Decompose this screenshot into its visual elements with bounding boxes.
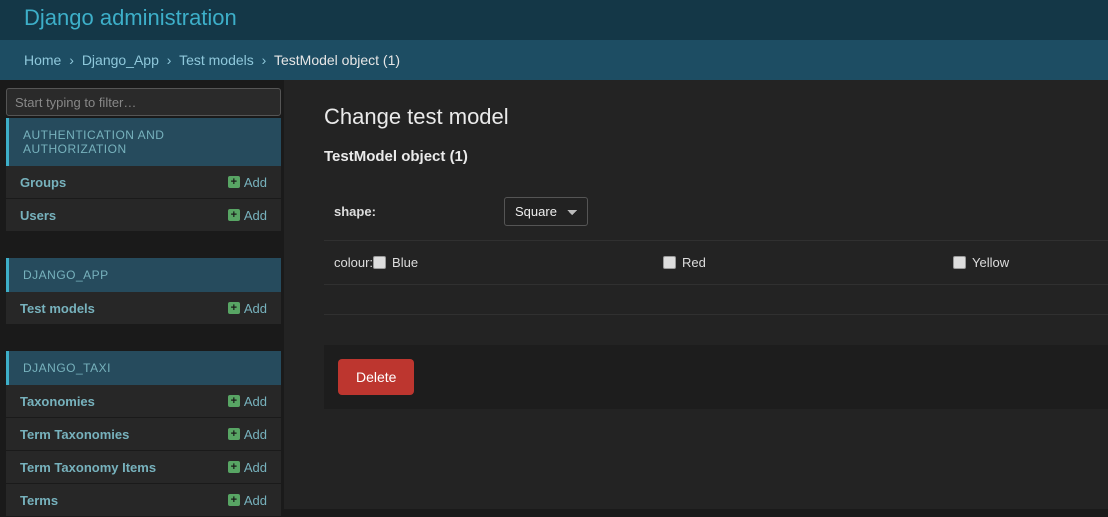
breadcrumb: Home › Django_App › Test models › TestMo…: [0, 40, 1108, 80]
delete-button[interactable]: Delete: [338, 359, 414, 395]
model-link[interactable]: Terms: [20, 493, 58, 508]
app-group: DJANGO_TAXITaxonomies+AddTerm Taxonomies…: [6, 351, 281, 517]
breadcrumb-home[interactable]: Home: [24, 52, 61, 68]
app-header[interactable]: DJANGO_TAXI: [6, 351, 281, 385]
add-link[interactable]: + Add: [228, 460, 267, 475]
colour-option[interactable]: Red: [663, 255, 833, 270]
model-row: Groups + Add: [6, 166, 281, 199]
add-link[interactable]: + Add: [228, 208, 267, 223]
model-row: Taxonomies + Add: [6, 385, 281, 418]
colour-option[interactable]: Yellow: [953, 255, 1108, 270]
app-header[interactable]: DJANGO_APP: [6, 258, 281, 292]
submit-row: Delete: [324, 345, 1108, 409]
add-link[interactable]: + Add: [228, 301, 267, 316]
object-name: TestModel object (1): [324, 148, 1108, 165]
model-link[interactable]: Term Taxonomies: [20, 427, 129, 442]
plus-icon: +: [228, 428, 240, 440]
breadcrumb-model[interactable]: Test models: [179, 52, 254, 68]
colour-label: colour:: [334, 255, 373, 270]
add-label: Add: [244, 427, 267, 442]
field-row-colour: colour: BlueRedYellowGreen: [324, 241, 1108, 285]
sidebar: AUTHENTICATION AND AUTHORIZATION Groups + A…: [0, 80, 284, 509]
colour-option[interactable]: Blue: [373, 255, 543, 270]
content: Change test model TestModel object (1) s…: [284, 80, 1108, 509]
colour-label-text: Red: [682, 255, 706, 270]
add-link[interactable]: + Add: [228, 493, 267, 508]
shape-label: shape:: [334, 204, 504, 219]
spacer: [324, 285, 1108, 315]
model-link[interactable]: Groups: [20, 175, 66, 190]
colour-checkbox[interactable]: [663, 256, 676, 269]
header: Django administration: [0, 0, 1108, 40]
model-link[interactable]: Users: [20, 208, 56, 223]
plus-icon: +: [228, 461, 240, 473]
model-row: Terms + Add: [6, 484, 281, 517]
add-label: Add: [244, 208, 267, 223]
colour-checkbox[interactable]: [953, 256, 966, 269]
page-title: Change test model: [324, 104, 1108, 130]
breadcrumb-current: TestModel object (1): [274, 52, 400, 68]
add-label: Add: [244, 301, 267, 316]
breadcrumb-sep: ›: [262, 52, 267, 68]
model-link[interactable]: Test models: [20, 301, 95, 316]
plus-icon: +: [228, 209, 240, 221]
breadcrumb-app[interactable]: Django_App: [82, 52, 159, 68]
breadcrumb-sep: ›: [69, 52, 74, 68]
plus-icon: +: [228, 176, 240, 188]
colour-label-text: Yellow: [972, 255, 1009, 270]
field-row-shape: shape: Square: [324, 183, 1108, 241]
shape-select[interactable]: Square: [504, 197, 588, 226]
plus-icon: +: [228, 395, 240, 407]
plus-icon: +: [228, 494, 240, 506]
model-row: Test models + Add: [6, 292, 281, 325]
breadcrumb-sep: ›: [167, 52, 172, 68]
add-label: Add: [244, 175, 267, 190]
app-header[interactable]: AUTHENTICATION AND AUTHORIZATION: [6, 118, 281, 166]
add-label: Add: [244, 394, 267, 409]
colour-label-text: Blue: [392, 255, 418, 270]
add-link[interactable]: + Add: [228, 427, 267, 442]
model-link[interactable]: Term Taxonomy Items: [20, 460, 156, 475]
app-group: DJANGO_APP Test models + Add: [6, 258, 281, 325]
site-title[interactable]: Django administration: [24, 5, 237, 31]
model-row: Term Taxonomies + Add: [6, 418, 281, 451]
model-link[interactable]: Taxonomies: [20, 394, 95, 409]
model-row: Users + Add: [6, 199, 281, 232]
plus-icon: +: [228, 302, 240, 314]
model-row: Term Taxonomy Items + Add: [6, 451, 281, 484]
add-link[interactable]: + Add: [228, 394, 267, 409]
sidebar-filter-input[interactable]: [6, 88, 281, 116]
app-group: AUTHENTICATION AND AUTHORIZATION Groups + A…: [6, 118, 281, 232]
colour-checkbox[interactable]: [373, 256, 386, 269]
add-label: Add: [244, 460, 267, 475]
add-label: Add: [244, 493, 267, 508]
add-link[interactable]: + Add: [228, 175, 267, 190]
